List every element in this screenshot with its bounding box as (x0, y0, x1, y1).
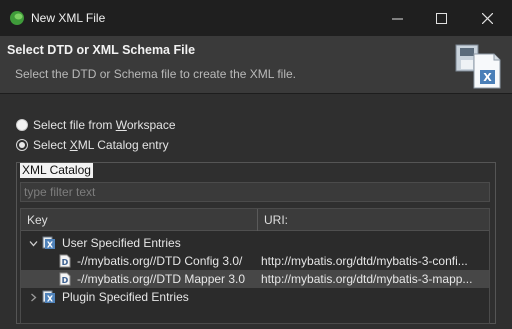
tree-group-label: User Specified Entries (62, 236, 181, 250)
radio-catalog-label: Select XML Catalog entry (33, 138, 169, 152)
xml-catalog-group-label: XML Catalog (20, 163, 93, 178)
radio-select-from-workspace[interactable]: Select file from Workspace (16, 118, 176, 132)
wizard-title: Select DTD or XML Schema File (7, 43, 196, 57)
dtd-file-icon: D (59, 254, 71, 268)
svg-text:X: X (47, 295, 54, 304)
entry-uri: http://mybatis.org/dtd/mybatis-3-confi..… (261, 254, 468, 268)
column-header-key[interactable]: Key (21, 209, 258, 231)
radio-unchecked-icon (16, 119, 28, 131)
entry-key: -//mybatis.org//DTD Config 3.0/ (77, 254, 243, 268)
catalog-tree[interactable]: Key URI: X User Specified Entries D -//m… (20, 208, 490, 324)
expanded-chevron-icon[interactable] (27, 234, 39, 252)
radio-select-xml-catalog-entry[interactable]: Select XML Catalog entry (16, 138, 169, 152)
tree-entry-row-selected[interactable]: D -//mybatis.org//DTD Mapper 3.0 http://… (21, 270, 489, 288)
wizard-content: Select file from Workspace Select XML Ca… (0, 95, 512, 329)
entry-uri: http://mybatis.org/dtd/mybatis-3-mapp... (261, 272, 473, 286)
radio-workspace-label: Select file from Workspace (33, 118, 176, 132)
minimize-button[interactable] (374, 0, 420, 36)
filter-input[interactable]: type filter text (20, 182, 490, 202)
tree-entry-row[interactable]: D -//mybatis.org//DTD Config 3.0/ http:/… (21, 252, 489, 270)
tree-group-label: Plugin Specified Entries (62, 290, 189, 304)
collapsed-chevron-icon[interactable] (27, 288, 39, 306)
tree-header: Key URI: (21, 209, 489, 231)
svg-text:D: D (62, 258, 69, 267)
close-icon (481, 12, 493, 24)
tree-group-user-specified[interactable]: X User Specified Entries (21, 234, 489, 252)
close-button[interactable] (464, 0, 510, 36)
column-header-uri[interactable]: URI: (258, 209, 489, 231)
catalog-group-icon: X (42, 236, 55, 250)
svg-text:X: X (483, 71, 492, 84)
xml-file-wizard-icon: X (455, 44, 501, 89)
wizard-header: Select DTD or XML Schema File Select the… (0, 36, 512, 94)
radio-checked-icon (16, 139, 28, 151)
svg-text:X: X (47, 241, 54, 250)
dtd-file-icon: D (59, 272, 71, 286)
window-title: New XML File (31, 11, 106, 25)
svg-text:D: D (62, 276, 69, 285)
title-bar: New XML File (0, 0, 512, 36)
entry-key: -//mybatis.org//DTD Mapper 3.0 (77, 272, 246, 286)
wizard-description: Select the DTD or Schema file to create … (15, 67, 297, 81)
maximize-icon (435, 12, 447, 24)
maximize-button[interactable] (418, 0, 464, 36)
tree-group-plugin-specified[interactable]: X Plugin Specified Entries (21, 288, 489, 306)
catalog-group-icon: X (42, 290, 55, 304)
eclipse-app-icon (10, 11, 24, 25)
minimize-icon (391, 18, 403, 19)
